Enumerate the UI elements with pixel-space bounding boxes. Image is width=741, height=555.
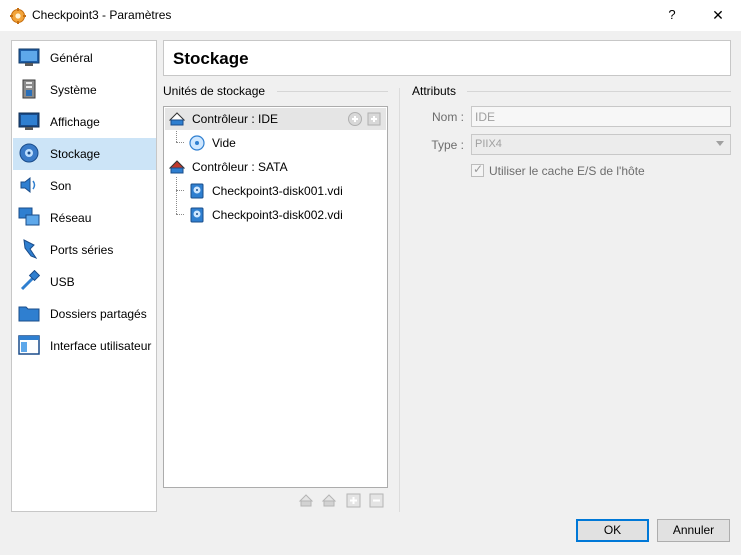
- sata-controller-icon: [169, 160, 185, 174]
- name-input-value: IDE: [475, 110, 496, 124]
- tree-item-ide-controller[interactable]: Contrôleur : IDE: [165, 108, 386, 130]
- storage-icon: [19, 143, 39, 163]
- add-attachment-icon[interactable]: [345, 492, 362, 509]
- host-io-cache-checkbox[interactable]: ✓: [471, 162, 484, 177]
- nav-item-label: Interface utilisateur: [50, 339, 152, 353]
- shared-folders-icon: [18, 306, 40, 322]
- storage-toolbar: [298, 492, 388, 510]
- nav-item-storage[interactable]: Stockage: [13, 138, 156, 170]
- page-heading: Stockage: [163, 40, 731, 76]
- usb-icon: [20, 270, 40, 291]
- display-icon: [18, 112, 40, 130]
- type-label: Type :: [431, 138, 464, 152]
- add-controller-icon[interactable]: [298, 492, 315, 509]
- nav-item-serial-ports[interactable]: Ports séries: [13, 234, 156, 266]
- nav-item-label: Stockage: [50, 147, 101, 161]
- general-icon: [18, 48, 40, 66]
- nav-item-label: Ports séries: [50, 243, 114, 257]
- user-interface-icon: [18, 335, 40, 355]
- nav-item-network[interactable]: Réseau: [13, 202, 156, 234]
- add-hard-disk-icon[interactable]: [366, 111, 382, 127]
- serial-ports-icon: [23, 239, 38, 260]
- vertical-separator: [399, 88, 400, 512]
- tree-item-label: Checkpoint3-disk001.vdi: [212, 184, 343, 198]
- tree-item-label: Vide: [212, 136, 236, 150]
- type-select[interactable]: PIIX4: [471, 134, 731, 155]
- hard-disk-icon: [190, 183, 204, 199]
- hard-disk-icon: [190, 207, 204, 223]
- page-title: Stockage: [173, 49, 249, 68]
- chevron-down-icon: [716, 141, 724, 146]
- nav-item-label: Son: [50, 179, 72, 193]
- nav-item-general[interactable]: Général: [13, 42, 156, 74]
- ide-controller-icon: [169, 112, 185, 126]
- nav-item-label: Réseau: [50, 211, 92, 225]
- storage-units-group-title: Unités de stockage: [163, 84, 266, 98]
- nav-item-label: Général: [50, 51, 93, 65]
- name-label: Nom :: [431, 110, 464, 124]
- remove-attachment-icon[interactable]: [368, 492, 385, 509]
- nav-item-label: Dossiers partagés: [50, 307, 147, 321]
- nav-item-display[interactable]: Affichage: [13, 106, 156, 138]
- network-icon: [18, 207, 40, 226]
- nav-item-audio[interactable]: Son: [13, 170, 156, 202]
- tree-item-disk002[interactable]: Checkpoint3-disk002.vdi: [165, 204, 386, 226]
- nav-item-user-interface[interactable]: Interface utilisateur: [13, 330, 156, 362]
- optical-disc-icon: [189, 135, 205, 151]
- nav-item-label: Système: [50, 83, 97, 97]
- group-divider: [467, 91, 731, 92]
- audio-icon: [20, 176, 36, 194]
- window-title: Checkpoint3 - Paramètres: [32, 8, 172, 22]
- tree-item-sata-controller[interactable]: Contrôleur : SATA: [165, 156, 386, 178]
- system-icon: [22, 79, 36, 99]
- settings-nav: Général Système Affichage Stockage Son R…: [11, 40, 157, 512]
- tree-item-empty-drive[interactable]: Vide: [165, 132, 386, 154]
- nav-item-usb[interactable]: USB: [13, 266, 156, 298]
- name-input[interactable]: IDE: [471, 106, 731, 127]
- settings-dialog: Checkpoint3 - Paramètres ? ✕ Général Sys…: [0, 0, 741, 555]
- group-divider: [277, 91, 388, 92]
- nav-item-system[interactable]: Système: [13, 74, 156, 106]
- storage-tree[interactable]: Contrôleur : IDE Vide Contrôleur : SATA …: [163, 106, 388, 488]
- attributes-group-title: Attributs: [412, 84, 457, 98]
- host-io-cache-label: Utiliser le cache E/S de l'hôte: [489, 164, 645, 178]
- nav-item-label: Affichage: [50, 115, 100, 129]
- add-optical-drive-icon[interactable]: [347, 111, 363, 127]
- help-button[interactable]: ?: [660, 4, 684, 26]
- cancel-button[interactable]: Annuler: [657, 519, 730, 542]
- remove-controller-icon[interactable]: [321, 492, 338, 509]
- tree-item-label: Checkpoint3-disk002.vdi: [212, 208, 343, 222]
- tree-item-label: Contrôleur : SATA: [192, 160, 288, 174]
- nav-item-label: USB: [50, 275, 75, 289]
- tree-item-label: Contrôleur : IDE: [192, 112, 279, 126]
- ok-button[interactable]: OK: [576, 519, 649, 542]
- checkmark-icon: ✓: [473, 162, 484, 176]
- title-bar: Checkpoint3 - Paramètres ? ✕: [0, 0, 741, 31]
- nav-item-shared-folders[interactable]: Dossiers partagés: [13, 298, 156, 330]
- tree-item-disk001[interactable]: Checkpoint3-disk001.vdi: [165, 180, 386, 202]
- close-button[interactable]: ✕: [704, 4, 732, 26]
- type-select-value: PIIX4: [475, 138, 502, 150]
- virtualbox-gear-icon: [10, 8, 26, 24]
